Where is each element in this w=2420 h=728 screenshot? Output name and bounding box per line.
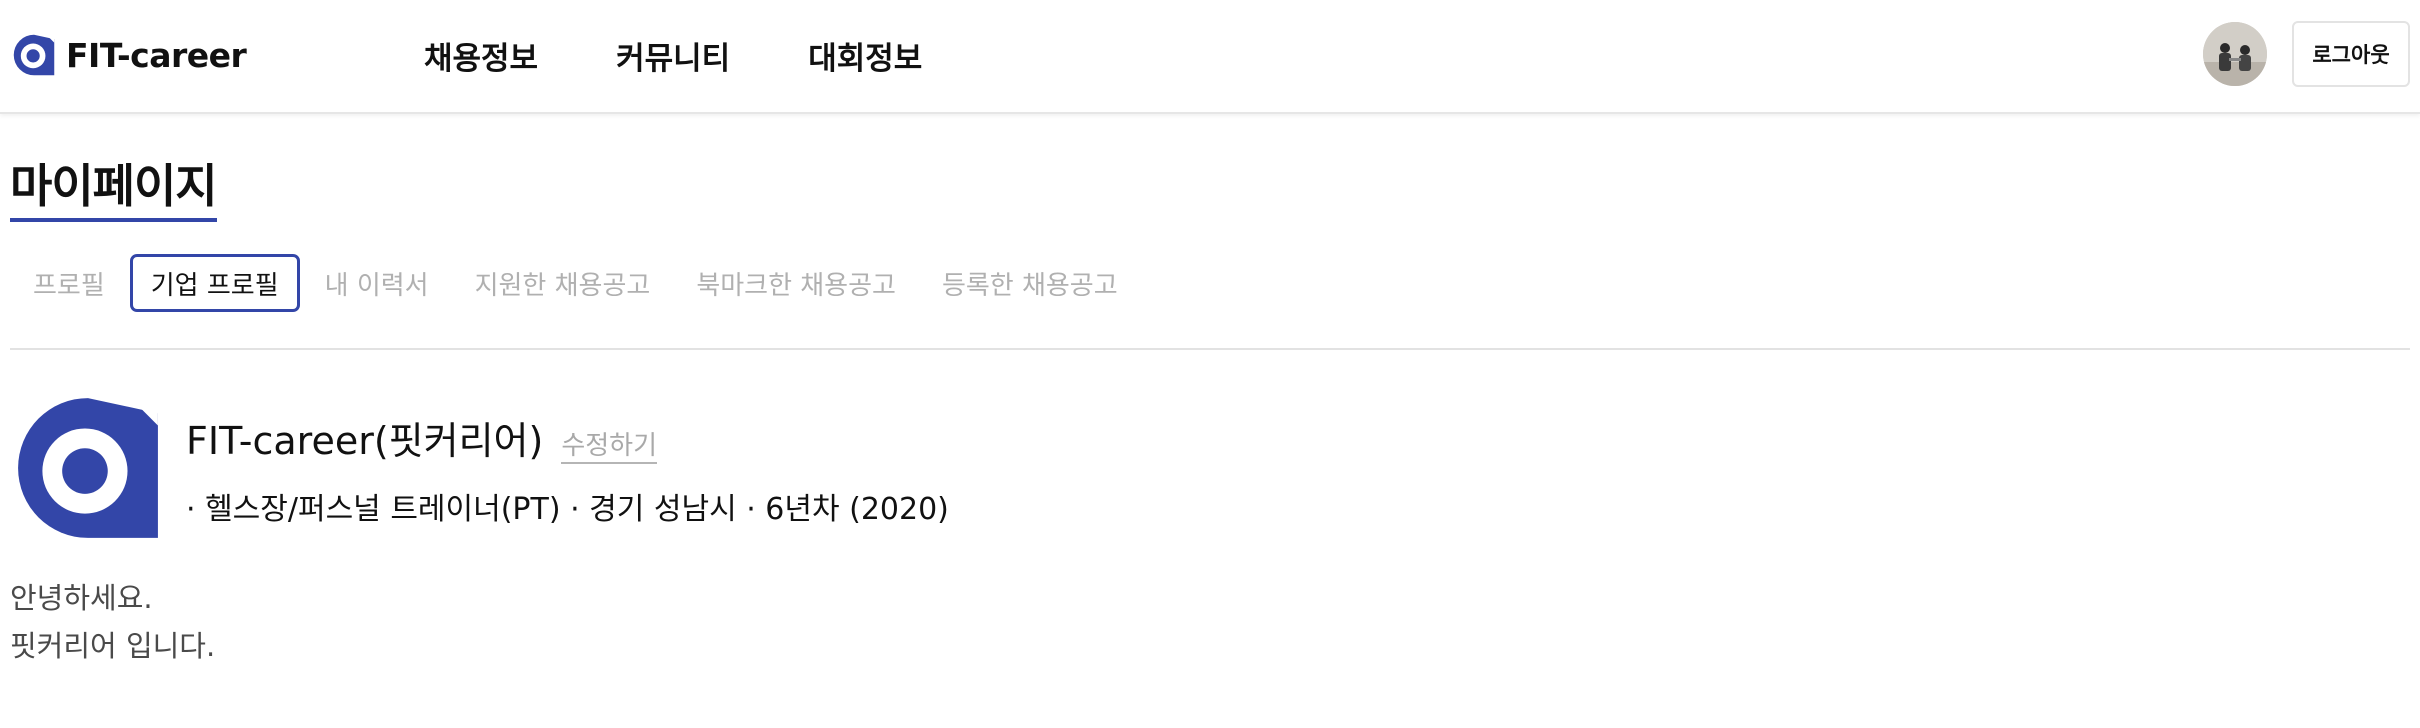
tab-applied-jobs[interactable]: 지원한 채용공고 xyxy=(454,254,672,312)
company-meta: · 헬스장/퍼스널 트레이너(PT) · 경기 성남시 · 6년차 (2020) xyxy=(186,492,949,527)
company-header: FIT-career(핏커리어) 수정하기 xyxy=(186,410,658,466)
tab-profile[interactable]: 프로필 xyxy=(12,254,126,312)
mypage-tabs: 프로필 기업 프로필 내 이력서 지원한 채용공고 북마크한 채용공고 등록한 … xyxy=(12,252,1143,314)
fitcareer-logo-icon xyxy=(13,34,55,76)
main-nav: 채용정보 커뮤니티 대회정보 xyxy=(424,30,1000,80)
tab-registered-jobs[interactable]: 등록한 채용공고 xyxy=(921,254,1139,312)
company-name: FIT-career(핏커리어) xyxy=(186,419,544,463)
home-logo-link[interactable]: FIT-career xyxy=(12,30,247,80)
tab-my-resume[interactable]: 내 이력서 xyxy=(304,254,450,312)
edit-company-link[interactable]: 수정하기 xyxy=(561,425,658,464)
company-introduction: 안녕하세요. 핏커리어 입니다. xyxy=(10,574,215,670)
top-navigation-bar: FIT-career 채용정보 커뮤니티 대회정보 로그아웃 xyxy=(0,0,2420,114)
nav-item-competitions[interactable]: 대회정보 xyxy=(808,33,922,78)
avatar[interactable] xyxy=(2203,22,2267,86)
tab-company-profile[interactable]: 기업 프로필 xyxy=(129,254,300,312)
nav-item-jobs[interactable]: 채용정보 xyxy=(424,33,538,78)
section-divider xyxy=(10,348,2410,350)
intro-line: 핏커리어 입니다. xyxy=(10,629,216,663)
page-title: 마이페이지 xyxy=(10,156,218,222)
tab-bookmarked-jobs[interactable]: 북마크한 채용공고 xyxy=(675,254,917,312)
avatar-image xyxy=(2203,22,2267,86)
logout-button[interactable]: 로그아웃 xyxy=(2292,21,2410,87)
intro-line: 안녕하세요. xyxy=(10,581,153,615)
logo-text: FIT-career xyxy=(66,35,247,75)
nav-item-community[interactable]: 커뮤니티 xyxy=(616,33,730,78)
company-logo-icon xyxy=(18,398,158,538)
